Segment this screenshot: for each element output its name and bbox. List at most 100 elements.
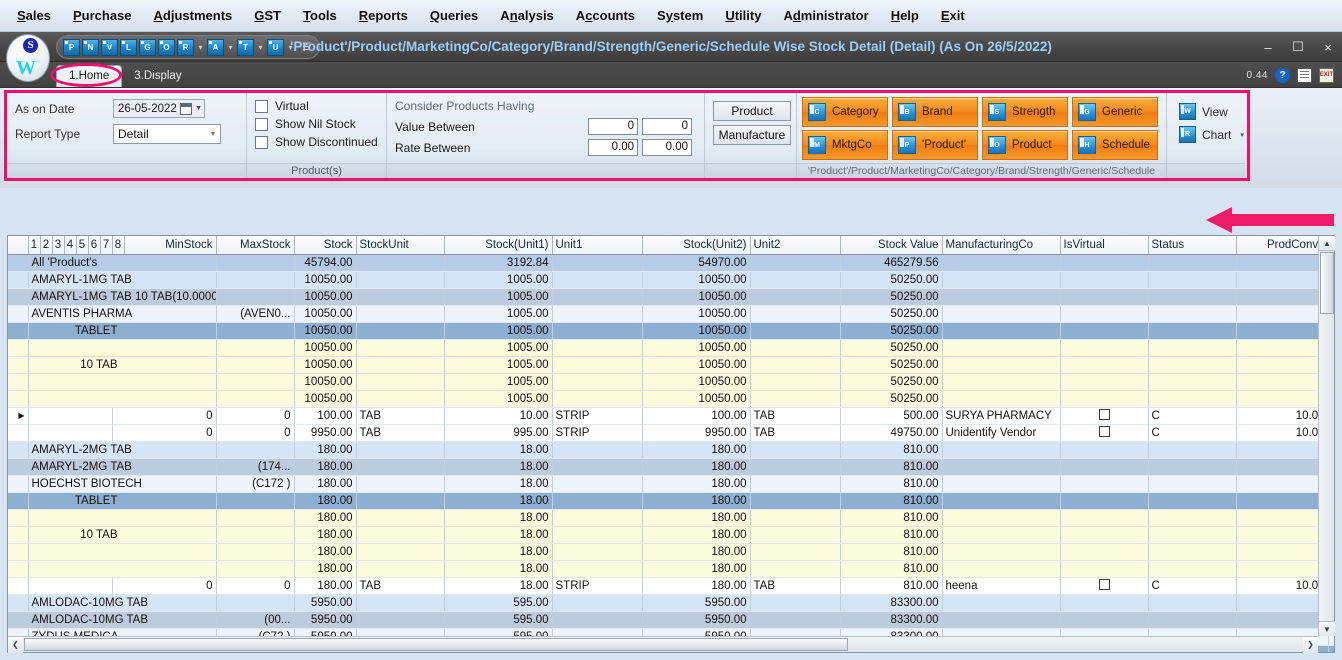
column-header-rowhdr[interactable] (8, 236, 29, 255)
column-header-status[interactable]: Status (1148, 236, 1237, 255)
dimension-button-mktgco[interactable]: M MktgCo (802, 130, 888, 160)
table-row[interactable]: AMARYL-1MG TAB 10 TAB(10.0000 TA... 10050… (8, 288, 1334, 306)
table-row[interactable]: AMARYL-2MG TAB 180.00 18.00 180.00 810.00 (8, 441, 1334, 459)
column-header-stockunit1[interactable]: Stock(Unit1) (444, 236, 553, 255)
column-header-unit1[interactable]: Unit1 (552, 236, 643, 255)
scroll-up-button[interactable]: ▲ (1319, 236, 1335, 251)
scroll-left-button[interactable]: ❮ (8, 636, 23, 653)
menu-item-utility[interactable]: Utility (714, 4, 772, 27)
tab-display[interactable]: 3.Display (122, 66, 193, 87)
column-header-8[interactable]: 8 (112, 236, 125, 255)
column-header-7[interactable]: 7 (100, 236, 113, 255)
scroll-right-button[interactable]: ❯ (1303, 636, 1318, 653)
column-header-stock[interactable]: Stock (294, 236, 357, 255)
menu-item-accounts[interactable]: Accounts (565, 4, 646, 27)
tab-home[interactable]: 1.Home (56, 65, 123, 87)
row-selector-cell[interactable] (8, 322, 29, 340)
qat-t-icon[interactable]: T (237, 38, 254, 56)
chart-button[interactable]: R Chart ▾ (1175, 123, 1244, 146)
menu-item-queries[interactable]: Queries (419, 4, 489, 27)
table-row[interactable]: AMLODAC-10MG TAB 5950.00 595.00 5950.00 8330… (8, 594, 1334, 612)
qat-v-icon[interactable]: V (101, 38, 118, 56)
app-logo-icon[interactable]: S W (6, 34, 50, 82)
row-selector-cell[interactable] (8, 271, 29, 289)
column-header-4[interactable]: 4 (64, 236, 77, 255)
column-header-stockunit[interactable]: StockUnit (356, 236, 445, 255)
row-selector-cell[interactable] (8, 611, 29, 629)
qat-r-icon[interactable]: R (177, 38, 194, 56)
menu-item-gst[interactable]: GST (243, 4, 292, 27)
table-row[interactable]: AMLODAC-10MG TAB (00... 5950.00 595.00 5950.… (8, 611, 1334, 629)
chevron-down-icon[interactable]: ▾ (1240, 131, 1244, 139)
close-button[interactable]: × (1320, 40, 1336, 55)
column-header-manufacturingco[interactable]: ManufacturingCo (942, 236, 1061, 255)
column-header-2[interactable]: 2 (40, 236, 53, 255)
table-row[interactable]: 10050.00 1005.00 10050.00 50250.00 (8, 339, 1334, 357)
chevron-down-icon[interactable]: ▾ (226, 43, 235, 52)
qat-n-icon[interactable]: N (82, 38, 99, 56)
table-row[interactable]: 180.00 18.00 180.00 810.00 (8, 509, 1334, 527)
menu-item-help[interactable]: Help (880, 4, 930, 27)
column-header-stockvalue[interactable]: Stock Value (840, 236, 943, 255)
table-row[interactable]: ▶ 0 0 100.00 TAB 10.00 STRIP 100.00 TAB 500.00 SUR… (8, 407, 1334, 425)
menu-item-sales[interactable]: Sales (6, 4, 62, 27)
maximize-button[interactable]: ☐ (1290, 39, 1306, 55)
dimension-button-generic[interactable]: G Generic (1072, 97, 1158, 127)
consider-from-input[interactable]: 0 (588, 118, 639, 135)
exit-icon[interactable]: EXIT (1319, 67, 1334, 83)
row-selector-cell[interactable] (8, 424, 29, 442)
menu-item-reports[interactable]: Reports (348, 4, 419, 27)
row-selector-cell[interactable] (8, 441, 29, 459)
is-virtual-checkbox[interactable] (1098, 578, 1110, 590)
column-header-5[interactable]: 5 (76, 236, 89, 255)
row-selector-cell[interactable] (8, 339, 29, 357)
consider-from-input[interactable]: 0.00 (588, 139, 639, 156)
column-header-minstock[interactable]: MinStock (124, 236, 217, 255)
column-header-stockunit2[interactable]: Stock(Unit2) (642, 236, 751, 255)
scroll-down-button[interactable]: ▼ (1319, 621, 1335, 636)
consider-to-input[interactable]: 0.00 (642, 139, 692, 156)
table-row[interactable]: 10 TAB 180.00 18.00 180.00 810.00 (8, 526, 1334, 544)
qat-g-icon[interactable]: G (139, 38, 156, 56)
table-row[interactable]: 10050.00 1005.00 10050.00 50250.00 (8, 373, 1334, 391)
row-selector-cell[interactable]: ▶ (8, 407, 29, 425)
table-row[interactable]: AMARYL-2MG TAB (174... 180.00 18.00 180.00 81… (8, 458, 1334, 476)
consider-to-input[interactable]: 0 (642, 118, 692, 135)
row-selector-cell[interactable] (8, 475, 29, 493)
table-row[interactable]: AMARYL-1MG TAB 10050.00 1005.00 10050.00 502… (8, 271, 1334, 289)
chevron-down-icon[interactable]: ▼ (206, 131, 220, 138)
column-header-prodconv1[interactable]: ProdConv1 (1236, 236, 1329, 255)
as-on-date-input[interactable]: 26-05-2022 ▼ (113, 99, 205, 118)
checkbox-virtual[interactable] (255, 99, 268, 113)
row-selector-cell[interactable] (8, 288, 29, 306)
vertical-scroll-thumb[interactable] (1320, 252, 1334, 314)
chevron-down-icon[interactable]: ▼ (195, 105, 202, 112)
table-row[interactable]: 0 0 9950.00 TAB 995.00 STRIP 9950.00 TAB 49750.0… (8, 424, 1334, 442)
checkbox-show-nil-stock[interactable] (255, 117, 268, 131)
row-selector-cell[interactable] (8, 373, 29, 391)
row-selector-cell[interactable] (8, 305, 29, 323)
dimension-button-schedule[interactable]: H Schedule (1072, 130, 1158, 160)
grid-scroll-viewport[interactable]: 1 2 3 4 5 6 7 8 MinStock MaxStock Stock StockUnit St… (8, 236, 1334, 652)
qat-l-icon[interactable]: L (120, 38, 137, 56)
chevron-down-icon[interactable]: ▾ (286, 43, 295, 52)
horizontal-scrollbar[interactable]: ❮ ❯ (8, 636, 1318, 653)
row-selector-cell[interactable] (8, 458, 29, 476)
dimension-button-product[interactable]: O Product (982, 130, 1068, 160)
table-row[interactable]: AVENTIS PHARMA (AVEN0... 10050.00 1005.00 10… (8, 305, 1334, 323)
menu-item-purchase[interactable]: Purchase (62, 4, 143, 27)
row-selector-cell[interactable] (8, 509, 29, 527)
table-row[interactable]: HOECHST BIOTECH (C172 ) 180.00 18.00 180.00 8… (8, 475, 1334, 493)
column-header-3[interactable]: 3 (52, 236, 65, 255)
qat-o-icon[interactable]: O (158, 38, 175, 56)
table-row[interactable]: TABLET 10050.00 1005.00 10050.00 50250.00 (8, 322, 1334, 340)
column-header-6[interactable]: 6 (88, 236, 101, 255)
dimension-button-brand[interactable]: B Brand (892, 97, 978, 127)
table-row[interactable]: 180.00 18.00 180.00 810.00 (8, 560, 1334, 578)
table-row[interactable]: All 'Product's 45794.00 3192.84 54970.00 465… (8, 254, 1334, 272)
menu-item-tools[interactable]: Tools (292, 4, 348, 27)
report-type-select[interactable]: Detail ▼ (113, 124, 221, 144)
dimension-button-category[interactable]: C Category (802, 97, 888, 127)
product-button[interactable]: Product (713, 101, 791, 121)
column-header-isvirtual[interactable]: IsVirtual (1060, 236, 1149, 255)
